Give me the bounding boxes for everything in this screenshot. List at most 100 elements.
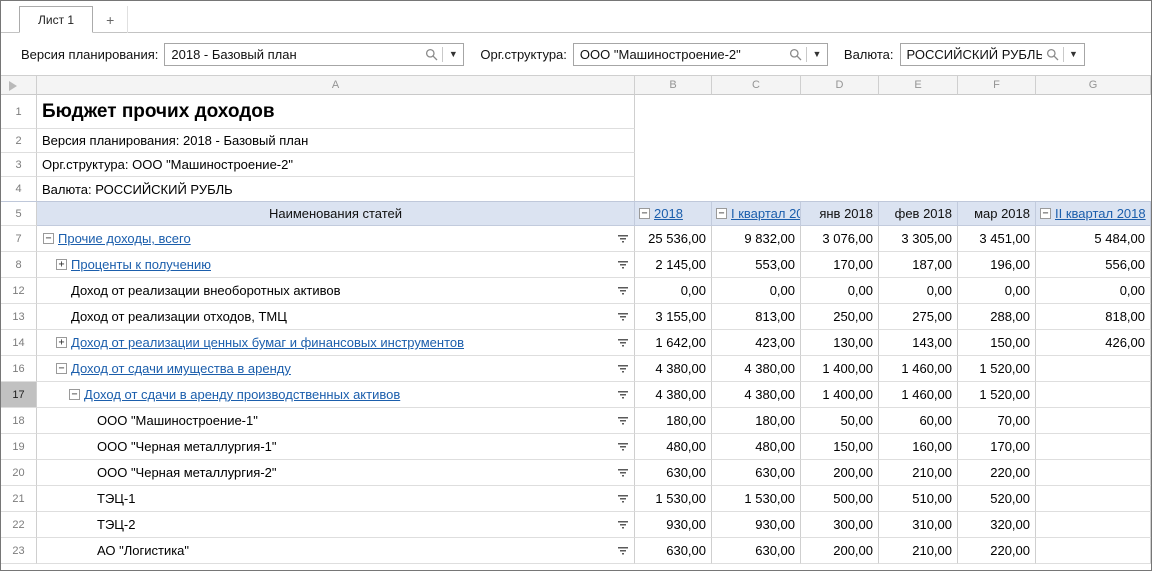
value-cell[interactable]: 3 155,00: [635, 304, 712, 330]
value-cell[interactable]: 1 530,00: [712, 486, 801, 512]
value-cell[interactable]: 1 400,00: [801, 356, 879, 382]
value-cell[interactable]: 180,00: [712, 408, 801, 434]
chevron-down-icon[interactable]: ▼: [1064, 44, 1084, 65]
value-cell[interactable]: 0,00: [1036, 278, 1151, 304]
value-cell[interactable]: 0,00: [635, 278, 712, 304]
value-cell[interactable]: 288,00: [958, 304, 1036, 330]
filter-icon[interactable]: [617, 337, 629, 348]
value-cell[interactable]: 130,00: [801, 330, 879, 356]
info-cell[interactable]: Орг.структура: ООО "Машиностроение-2": [37, 153, 635, 177]
org-structure-combo[interactable]: ООО "Машиностроение-2" ▼: [573, 43, 828, 66]
item-name-cell[interactable]: ООО "Черная металлургия-2": [37, 460, 635, 486]
period-header[interactable]: янв 2018: [801, 202, 879, 226]
filter-icon[interactable]: [617, 259, 629, 270]
row-number[interactable]: 2: [1, 129, 37, 153]
expand-icon[interactable]: +: [56, 259, 67, 270]
value-cell[interactable]: [1036, 538, 1151, 564]
select-all-corner[interactable]: [1, 76, 37, 95]
value-cell[interactable]: [1036, 486, 1151, 512]
item-name-cell[interactable]: ТЭЦ-2: [37, 512, 635, 538]
item-name-cell[interactable]: −Доход от сдачи имущества в аренду: [37, 356, 635, 382]
row-number[interactable]: 7: [1, 226, 37, 252]
value-cell[interactable]: 170,00: [958, 434, 1036, 460]
value-cell[interactable]: 3 076,00: [801, 226, 879, 252]
value-cell[interactable]: 143,00: [879, 330, 958, 356]
row-number[interactable]: 1: [1, 95, 37, 129]
collapse-icon[interactable]: −: [1040, 208, 1051, 219]
search-icon[interactable]: [1042, 48, 1063, 61]
value-cell[interactable]: 1 400,00: [801, 382, 879, 408]
value-cell[interactable]: 930,00: [712, 512, 801, 538]
value-cell[interactable]: 9 832,00: [712, 226, 801, 252]
column-header-D[interactable]: D: [801, 76, 879, 95]
value-cell[interactable]: 520,00: [958, 486, 1036, 512]
value-cell[interactable]: 1 530,00: [635, 486, 712, 512]
item-name-cell[interactable]: +Проценты к получению: [37, 252, 635, 278]
value-cell[interactable]: [1036, 512, 1151, 538]
period-header[interactable]: фев 2018: [879, 202, 958, 226]
value-cell[interactable]: 310,00: [879, 512, 958, 538]
value-cell[interactable]: 210,00: [879, 538, 958, 564]
value-cell[interactable]: 0,00: [712, 278, 801, 304]
value-cell[interactable]: 4 380,00: [635, 382, 712, 408]
row-number[interactable]: 16: [1, 356, 37, 382]
value-cell[interactable]: 1 520,00: [958, 356, 1036, 382]
column-header-F[interactable]: F: [958, 76, 1036, 95]
filter-icon[interactable]: [617, 467, 629, 478]
filter-icon[interactable]: [617, 415, 629, 426]
value-cell[interactable]: 630,00: [712, 538, 801, 564]
filter-icon[interactable]: [617, 545, 629, 556]
value-cell[interactable]: 200,00: [801, 460, 879, 486]
value-cell[interactable]: 150,00: [801, 434, 879, 460]
value-cell[interactable]: 480,00: [635, 434, 712, 460]
value-cell[interactable]: 220,00: [958, 538, 1036, 564]
period-label[interactable]: I квартал 2018: [731, 206, 801, 221]
value-cell[interactable]: 510,00: [879, 486, 958, 512]
value-cell[interactable]: 170,00: [801, 252, 879, 278]
sheet-tab[interactable]: Лист 1: [19, 6, 93, 33]
row-number[interactable]: 20: [1, 460, 37, 486]
value-cell[interactable]: 480,00: [712, 434, 801, 460]
value-cell[interactable]: 250,00: [801, 304, 879, 330]
item-name-cell[interactable]: ООО "Черная металлургия-1": [37, 434, 635, 460]
collapse-icon[interactable]: −: [716, 208, 727, 219]
row-number[interactable]: 14: [1, 330, 37, 356]
value-cell[interactable]: 25 536,00: [635, 226, 712, 252]
value-cell[interactable]: 4 380,00: [712, 382, 801, 408]
period-label[interactable]: II квартал 2018: [1055, 206, 1146, 221]
row-number[interactable]: 4: [1, 177, 37, 201]
value-cell[interactable]: 220,00: [958, 460, 1036, 486]
row-number[interactable]: 13: [1, 304, 37, 330]
value-cell[interactable]: 50,00: [801, 408, 879, 434]
filter-icon[interactable]: [617, 285, 629, 296]
item-name-cell[interactable]: ТЭЦ-1: [37, 486, 635, 512]
value-cell[interactable]: [1036, 460, 1151, 486]
value-cell[interactable]: 930,00: [635, 512, 712, 538]
column-header-A[interactable]: A: [37, 76, 635, 95]
filter-icon[interactable]: [617, 441, 629, 452]
filter-icon[interactable]: [617, 233, 629, 244]
value-cell[interactable]: 556,00: [1036, 252, 1151, 278]
value-cell[interactable]: 3 451,00: [958, 226, 1036, 252]
currency-combo[interactable]: РОССИЙСКИЙ РУБЛЬ ▼: [900, 43, 1085, 66]
value-cell[interactable]: 5 484,00: [1036, 226, 1151, 252]
value-cell[interactable]: 500,00: [801, 486, 879, 512]
item-name[interactable]: Доход от сдачи имущества в аренду: [71, 361, 291, 376]
info-cell[interactable]: Валюта: РОССИЙСКИЙ РУБЛЬ: [37, 177, 635, 201]
info-cell[interactable]: Версия планирования: 2018 - Базовый план: [37, 129, 635, 153]
value-cell[interactable]: 1 460,00: [879, 356, 958, 382]
planning-version-combo[interactable]: 2018 - Базовый план ▼: [164, 43, 464, 66]
row-number[interactable]: 17: [1, 382, 37, 408]
period-header[interactable]: мар 2018: [958, 202, 1036, 226]
value-cell[interactable]: 3 305,00: [879, 226, 958, 252]
value-cell[interactable]: [1036, 382, 1151, 408]
value-cell[interactable]: 150,00: [958, 330, 1036, 356]
row-number[interactable]: 5: [1, 202, 37, 226]
item-name-cell[interactable]: АО "Логистика": [37, 538, 635, 564]
filter-icon[interactable]: [617, 363, 629, 374]
item-name-cell[interactable]: +Доход от реализации ценных бумаг и фина…: [37, 330, 635, 356]
value-cell[interactable]: 187,00: [879, 252, 958, 278]
value-cell[interactable]: 1 520,00: [958, 382, 1036, 408]
item-name-cell[interactable]: ООО "Машиностроение-1": [37, 408, 635, 434]
value-cell[interactable]: 813,00: [712, 304, 801, 330]
